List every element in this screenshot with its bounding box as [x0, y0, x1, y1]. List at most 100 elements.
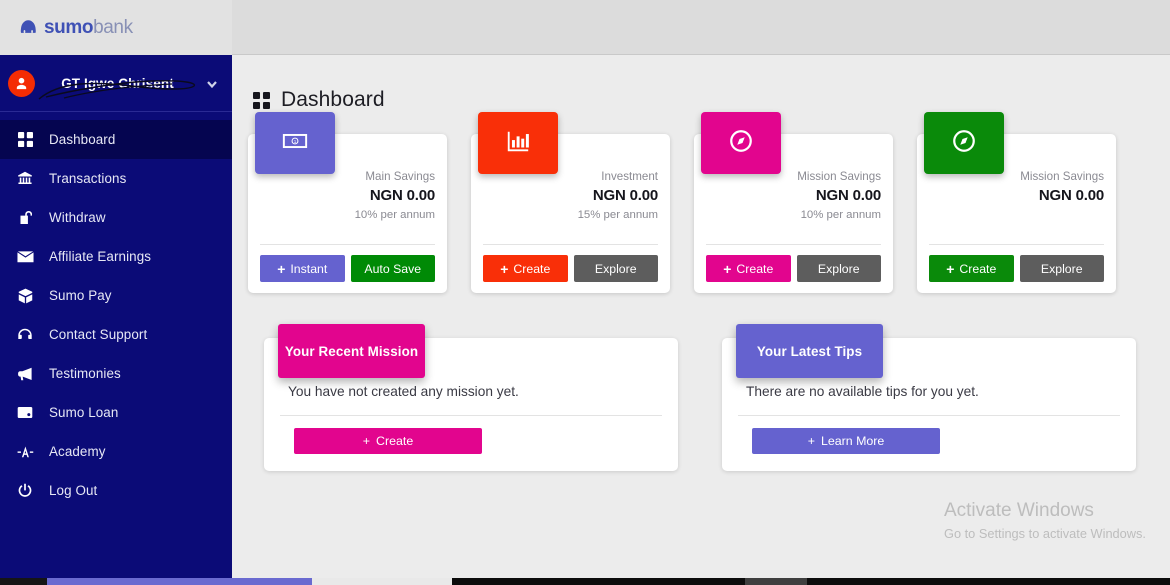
button-label: Create: [736, 261, 774, 276]
card-primary-button[interactable]: + Create: [706, 255, 791, 282]
divider: [280, 415, 662, 416]
card-actions: + Create Explore: [483, 255, 658, 282]
sidebar-item-log-out[interactable]: Log Out: [0, 471, 232, 510]
button-label: Explore: [817, 261, 860, 276]
card-tile: [924, 112, 1004, 174]
sidebar-item-testimonies[interactable]: Testimonies: [0, 354, 232, 393]
watermark-subtitle: Go to Settings to activate Windows.: [943, 526, 1146, 541]
sidebar-item-label: Withdraw: [49, 210, 106, 225]
box-icon: [14, 287, 36, 305]
sidebar-item-label: Sumo Pay: [49, 288, 112, 303]
create-mission-button[interactable]: + Create: [294, 428, 482, 454]
megaphone-icon: [14, 365, 36, 383]
sidebar-item-contact-support[interactable]: Contact Support: [0, 315, 232, 354]
compass-icon: [951, 128, 977, 159]
card-body: Mission Savings NGN 0.00: [924, 112, 1104, 244]
sumobank-logo[interactable]: sumobank: [18, 17, 133, 39]
card-actions: + Instant Auto Save: [260, 255, 435, 282]
plus-icon: +: [723, 260, 732, 277]
card-rate: 15% per annum: [577, 209, 658, 221]
sidebar-item-academy[interactable]: Academy: [0, 432, 232, 471]
sidebar-item-sumo-pay[interactable]: Sumo Pay: [0, 276, 232, 315]
chevron-down-icon[interactable]: [206, 77, 218, 89]
card-meta: Mission Savings NGN 0.00 10% per annum: [763, 168, 881, 224]
power-icon: [14, 482, 36, 500]
brand-text: sumobank: [44, 17, 133, 39]
card-primary-button[interactable]: + Create: [929, 255, 1014, 282]
account-card: Mission Savings NGN 0.00 + Create Explor…: [917, 112, 1116, 293]
sidebar-item-label: Academy: [49, 444, 106, 459]
plus-icon: +: [807, 434, 815, 448]
strip-taskbar-highlight: [745, 578, 807, 585]
button-label: Create: [376, 434, 414, 448]
bank-icon: [14, 170, 36, 188]
panel-empty-text: There are no available tips for you yet.: [746, 384, 979, 399]
user-account-selector[interactable]: GT Igwe Chrisent: [0, 55, 232, 112]
card-secondary-button[interactable]: Auto Save: [350, 255, 435, 282]
brand-area: sumobank: [0, 0, 232, 55]
button-label: Learn More: [820, 434, 885, 448]
sidebar-item-label: Sumo Loan: [49, 405, 119, 420]
card-secondary-button[interactable]: Explore: [573, 255, 658, 282]
account-card: Investment NGN 0.00 15% per annum + Crea…: [471, 112, 670, 293]
card-secondary-button[interactable]: Explore: [1019, 255, 1104, 282]
button-label: Instant: [290, 261, 328, 276]
card-primary-button[interactable]: + Instant: [260, 255, 345, 282]
divider: [260, 244, 435, 245]
panel-empty-text: You have not created any mission yet.: [288, 384, 519, 399]
sidebar-nav: Dashboard Transactions Withdraw Affiliat…: [0, 112, 232, 510]
plus-icon: +: [946, 260, 955, 277]
card-primary-button[interactable]: + Create: [483, 255, 568, 282]
headset-icon: [14, 326, 36, 344]
card-label: Mission Savings: [797, 170, 881, 183]
sidebar-item-transactions[interactable]: Transactions: [0, 159, 232, 198]
sidebar-item-label: Dashboard: [49, 132, 116, 147]
brand-bold: sumo: [44, 16, 94, 38]
card-tile: [701, 112, 781, 174]
divider: [929, 244, 1104, 245]
info-panels: Your Recent Mission You have not created…: [232, 293, 1170, 471]
sidebar-item-affiliate-earnings[interactable]: Affiliate Earnings: [0, 237, 232, 276]
sidebar-item-label: Affiliate Earnings: [49, 249, 152, 264]
plus-icon: +: [362, 434, 371, 448]
sidebar-item-withdraw[interactable]: Withdraw: [0, 198, 232, 237]
sidebar-item-dashboard[interactable]: Dashboard: [0, 120, 232, 159]
button-label: Create: [959, 261, 997, 276]
account-card: Mission Savings NGN 0.00 10% per annum +…: [694, 112, 893, 293]
envelope-icon: [14, 248, 36, 266]
tower-icon: [14, 443, 36, 461]
elephant-logo-icon: [18, 19, 39, 36]
main-content: Dashboard 1 Main Savings NGN 0.00 10% pe…: [232, 55, 1170, 578]
recent-mission-panel: Your Recent Mission You have not created…: [264, 324, 678, 471]
strip-sidebar-edge: [47, 578, 312, 585]
button-label: Explore: [1040, 261, 1083, 276]
card-amount: NGN 0.00: [1038, 187, 1104, 204]
user-name: GT Igwe Chrisent: [61, 75, 174, 91]
card-rate: 10% per annum: [354, 209, 435, 221]
page-title: Dashboard: [281, 88, 385, 111]
card-body: 1 Main Savings NGN 0.00 10% per annum: [255, 112, 436, 244]
card-secondary-button[interactable]: Explore: [796, 255, 881, 282]
divider: [706, 244, 881, 245]
sidebar-item-sumo-loan[interactable]: Sumo Loan: [0, 393, 232, 432]
learn-more-button[interactable]: + Learn More: [752, 428, 940, 454]
card-amount: NGN 0.00: [592, 187, 658, 204]
sidebar-item-label: Transactions: [49, 171, 127, 186]
plus-icon: +: [277, 260, 286, 277]
button-label: Create: [513, 261, 551, 276]
compass-icon: [728, 128, 754, 159]
card-tile: [478, 112, 558, 174]
card-meta: Mission Savings NGN 0.00: [986, 168, 1104, 206]
card-meta: Main Savings NGN 0.00 10% per annum: [317, 168, 436, 224]
wallet-icon: [14, 404, 36, 422]
page-header: Dashboard: [232, 55, 1170, 112]
card-label: Main Savings: [365, 170, 435, 183]
strip-left: [0, 578, 47, 585]
brand-light: bank: [93, 16, 133, 38]
bar-chart-icon: [505, 128, 531, 159]
sidebar-item-label: Contact Support: [49, 327, 148, 342]
card-tile: 1: [255, 112, 335, 174]
button-label: Explore: [594, 261, 637, 276]
card-label: Mission Savings: [1020, 170, 1104, 183]
card-amount: NGN 0.00: [815, 187, 881, 204]
